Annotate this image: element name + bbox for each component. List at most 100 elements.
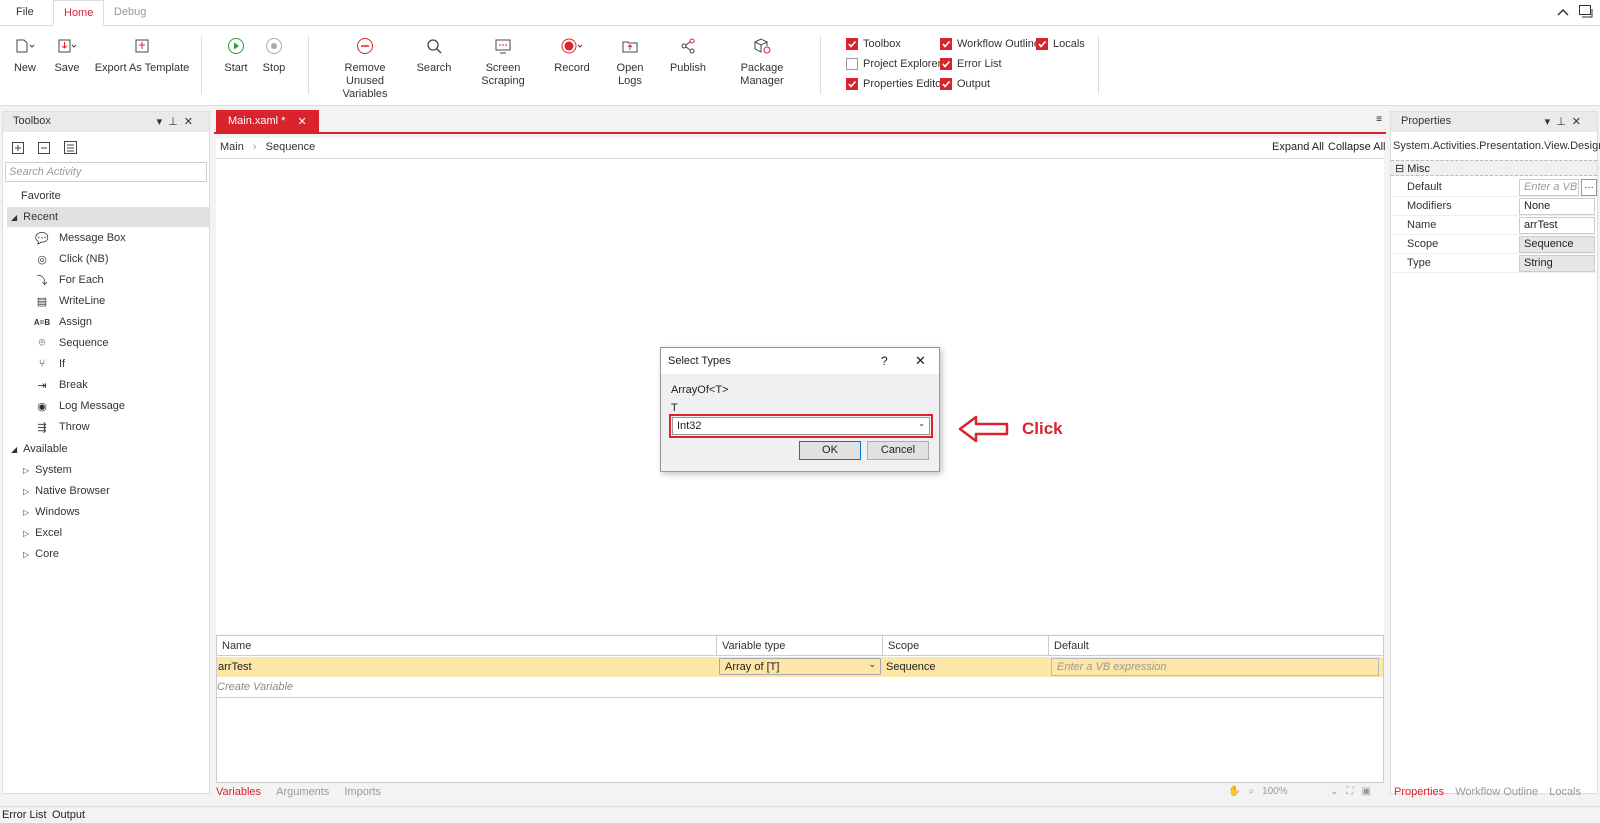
- column-header[interactable]: Name: [217, 636, 717, 656]
- start-button[interactable]: Start: [222, 34, 250, 75]
- toolbox-item[interactable]: ⇥ Break: [33, 375, 87, 395]
- save-button[interactable]: Save: [52, 34, 82, 75]
- collapse-ribbon-icon[interactable]: [1556, 5, 1570, 19]
- toolbox-item[interactable]: A=B Assign: [33, 312, 92, 332]
- property-row[interactable]: Default Enter a VB e …: [1391, 178, 1597, 197]
- property-scope-select[interactable]: Sequence: [1519, 236, 1595, 253]
- tab-home[interactable]: Home: [53, 0, 105, 26]
- panel-controls[interactable]: ▾⊥✕: [157, 115, 199, 128]
- toolbox-item[interactable]: ⇶ Throw: [33, 417, 89, 437]
- toolbox-item[interactable]: ▤ WriteLine: [33, 291, 105, 311]
- open-logs-button[interactable]: Open Logs: [604, 34, 656, 88]
- column-header[interactable]: Default: [1049, 636, 1383, 656]
- remove-unused-variables-button[interactable]: Remove Unused Variables: [326, 34, 404, 101]
- stop-button[interactable]: Stop: [260, 34, 288, 75]
- tab-error-list[interactable]: Error List: [2, 809, 47, 821]
- close-icon[interactable]: ✕: [915, 353, 926, 369]
- toolbox-item[interactable]: ◉ Log Message: [33, 396, 125, 416]
- tab-main-xaml[interactable]: Main.xaml * ✕: [216, 110, 319, 134]
- fit-screen-icon[interactable]: ⛶: [1346, 786, 1353, 797]
- search-label: Search: [416, 62, 452, 74]
- output-checkbox[interactable]: Output: [940, 76, 990, 92]
- tab-debug[interactable]: Debug: [104, 0, 156, 26]
- expand-all-icon[interactable]: [11, 139, 27, 155]
- toolbox-checkbox[interactable]: Toolbox: [846, 36, 901, 52]
- help-button[interactable]: ?: [881, 354, 888, 368]
- menu-file[interactable]: File: [6, 0, 44, 26]
- tab-output[interactable]: Output: [52, 809, 85, 821]
- locals-checkbox[interactable]: Locals: [1036, 36, 1085, 52]
- tab-imports[interactable]: Imports: [344, 786, 381, 798]
- overview-icon[interactable]: ▣: [1361, 786, 1370, 797]
- expand-all-link[interactable]: Expand All: [1272, 141, 1324, 153]
- toolbox-item[interactable]: ⑂ If: [33, 354, 65, 374]
- toolbox-favorite[interactable]: Favorite: [21, 186, 61, 206]
- list-icon[interactable]: [63, 139, 79, 155]
- new-button[interactable]: New: [10, 34, 40, 75]
- property-row[interactable]: Modifiers None: [1391, 197, 1597, 216]
- cancel-button[interactable]: Cancel: [867, 441, 929, 460]
- ok-button[interactable]: OK: [799, 441, 861, 460]
- hand-icon[interactable]: ✋: [1228, 786, 1240, 797]
- tab-workflow-outline[interactable]: Workflow Outline: [1455, 786, 1538, 798]
- variable-type-select[interactable]: Array of [T] ⌄: [719, 658, 881, 675]
- property-row[interactable]: Scope Sequence: [1391, 235, 1597, 254]
- type-select[interactable]: Int32 ⌄: [672, 417, 930, 435]
- check-icon: [1036, 38, 1048, 50]
- zoom-search-icon[interactable]: ⌕: [1248, 786, 1254, 797]
- package-manager-button[interactable]: Package Manager: [720, 34, 804, 88]
- misc-category[interactable]: ⊟ Misc: [1391, 160, 1597, 176]
- column-header[interactable]: Scope: [883, 636, 1049, 656]
- zoom-level[interactable]: 100%: [1262, 786, 1322, 797]
- property-name-input[interactable]: arrTest: [1519, 217, 1595, 234]
- collapse-all-link[interactable]: Collapse All: [1328, 141, 1385, 153]
- property-modifiers-select[interactable]: None: [1519, 198, 1595, 215]
- toolbox-category[interactable]: ▷ Core: [23, 544, 59, 564]
- publish-button[interactable]: Publish: [668, 34, 708, 75]
- export-template-button[interactable]: Export As Template: [94, 34, 190, 75]
- toolbox-category[interactable]: ▷ Excel: [23, 523, 62, 543]
- zoom-controls: ✋ ⌕ 100% ⌄ ⛶ ▣: [1228, 786, 1371, 797]
- property-type-select[interactable]: String: [1519, 255, 1595, 272]
- tab-locals[interactable]: Locals: [1549, 786, 1581, 798]
- search-button[interactable]: Search: [416, 34, 452, 75]
- panel-controls[interactable]: ▾⊥✕: [1545, 115, 1587, 128]
- workflow-outline-label: Workflow Outline: [957, 38, 1040, 50]
- properties-editor-checkbox[interactable]: Properties Editor: [846, 76, 945, 92]
- toolbox-recent-group[interactable]: ◢ Recent: [7, 207, 209, 227]
- variable-default-input[interactable]: Enter a VB expression: [1051, 658, 1379, 676]
- breadcrumb-sequence[interactable]: Sequence: [266, 141, 316, 153]
- column-header[interactable]: Variable type: [717, 636, 883, 656]
- property-row[interactable]: Type String: [1391, 254, 1597, 273]
- ellipsis-button[interactable]: …: [1581, 179, 1597, 196]
- toolbox-item[interactable]: 💬 Message Box: [33, 228, 126, 248]
- ribbon: New Save Export As Template Start Stop R…: [0, 26, 1600, 106]
- tab-variables[interactable]: Variables: [216, 786, 261, 798]
- project-explorer-checkbox[interactable]: Project Explorer: [846, 56, 941, 72]
- property-default-input[interactable]: Enter a VB e: [1519, 179, 1579, 196]
- variable-scope-cell[interactable]: Sequence: [885, 657, 1045, 677]
- toolbox-item[interactable]: ◎ Click (NB): [33, 249, 108, 269]
- property-row[interactable]: Name arrTest: [1391, 216, 1597, 235]
- tab-overflow-icon[interactable]: ≡: [1376, 114, 1382, 125]
- tab-arguments[interactable]: Arguments: [276, 786, 329, 798]
- workflow-outline-checkbox[interactable]: Workflow Outline: [940, 36, 1040, 52]
- chevron-down-icon[interactable]: ⌄: [1330, 786, 1338, 797]
- search-activity-input[interactable]: Search Activity: [5, 162, 207, 182]
- error-list-checkbox[interactable]: Error List: [940, 56, 1002, 72]
- toolbox-category[interactable]: ▷ Native Browser: [23, 481, 110, 501]
- chat-icon[interactable]: [1578, 4, 1594, 20]
- toolbox-category[interactable]: ▷ Windows: [23, 502, 80, 522]
- variable-name-cell[interactable]: arrTest: [217, 657, 712, 677]
- breadcrumb-main[interactable]: Main: [220, 141, 244, 153]
- tab-properties[interactable]: Properties: [1394, 786, 1444, 798]
- close-icon[interactable]: ✕: [297, 115, 306, 129]
- collapse-all-icon[interactable]: [37, 139, 53, 155]
- toolbox-available-group[interactable]: ◢ Available: [11, 439, 68, 459]
- toolbox-category[interactable]: ▷ System: [23, 460, 72, 480]
- record-button[interactable]: Record: [554, 34, 590, 75]
- toolbox-item[interactable]: ⤵ For Each: [33, 270, 104, 290]
- toolbox-item[interactable]: ⌾ Sequence: [33, 333, 109, 353]
- create-variable-link[interactable]: Create Variable: [217, 681, 293, 693]
- screen-scraping-button[interactable]: Screen Scraping: [466, 34, 540, 88]
